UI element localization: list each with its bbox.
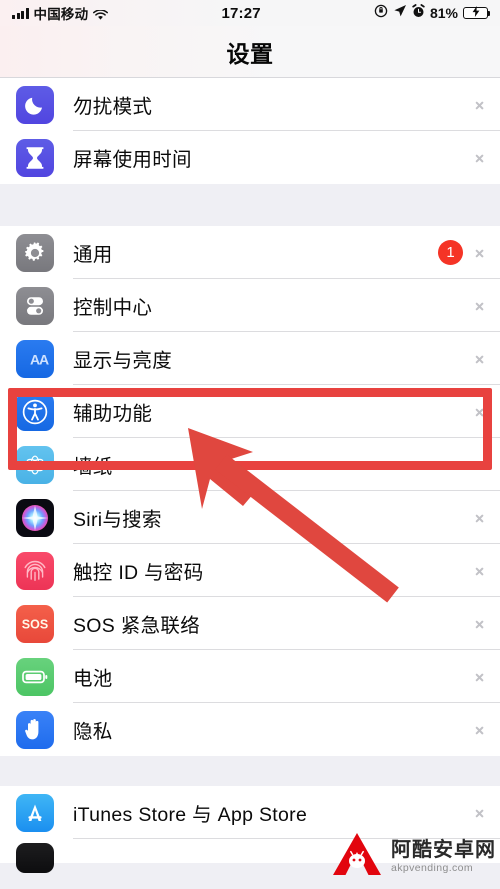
chevron-right-icon bbox=[475, 805, 484, 821]
row-accessory bbox=[475, 563, 500, 579]
watermark-url: akpvending.com bbox=[391, 861, 474, 874]
settings-row-label: iTunes Store 与 App Store bbox=[73, 804, 308, 826]
settings-row-label: 触控 ID 与密码 bbox=[73, 562, 204, 584]
row-accessory bbox=[475, 97, 500, 113]
row-accessory bbox=[475, 616, 500, 632]
navigation-bar: 设置 bbox=[0, 26, 500, 78]
alarm-clock-icon bbox=[412, 3, 425, 23]
battery-charging-icon bbox=[463, 6, 491, 19]
row-accessory bbox=[475, 722, 500, 738]
chevron-right-icon bbox=[475, 510, 484, 526]
chevron-right-icon bbox=[475, 97, 484, 113]
status-bar: 中国移动 17:27 81% bbox=[0, 0, 500, 26]
iphone-settings-screen: 中国移动 17:27 81% 设置 勿扰模式 屏幕使用时间 通用 1 控制中心 … bbox=[0, 0, 500, 889]
settings-row-label: 屏幕使用时间 bbox=[73, 149, 192, 171]
chevron-right-icon bbox=[475, 404, 484, 420]
row-accessory bbox=[475, 805, 500, 821]
settings-row-touch-id-passcode[interactable]: 触控 ID 与密码 bbox=[0, 544, 500, 597]
group-spacer bbox=[0, 184, 500, 226]
settings-row-display-brightness[interactable]: A A 显示与亮度 bbox=[0, 332, 500, 385]
row-accessory bbox=[475, 298, 500, 314]
row-accessory bbox=[475, 404, 500, 420]
settings-row-screen-time[interactable]: 屏幕使用时间 bbox=[0, 131, 500, 184]
page-title: 设置 bbox=[226, 40, 274, 67]
privacy-hand-icon bbox=[16, 710, 54, 749]
akp-a-logo bbox=[328, 830, 386, 883]
group-spacer bbox=[0, 756, 500, 786]
chevron-right-icon bbox=[475, 722, 484, 738]
accessibility-icon bbox=[16, 392, 54, 431]
settings-row-privacy[interactable]: 隐私 bbox=[0, 703, 500, 756]
settings-row-label: 控制中心 bbox=[73, 297, 153, 319]
chevron-right-icon bbox=[475, 669, 484, 685]
app-store-icon bbox=[16, 793, 54, 832]
chevron-right-icon bbox=[475, 245, 484, 261]
settings-row-battery[interactable]: 电池 bbox=[0, 650, 500, 703]
status-bar-right: 81% bbox=[374, 3, 491, 23]
display-brightness-icon: A A bbox=[16, 339, 54, 378]
wallet-icon bbox=[16, 843, 54, 873]
chevron-right-icon bbox=[475, 351, 484, 367]
row-accessory bbox=[475, 150, 500, 166]
settings-row-accessibility[interactable]: 辅助功能 bbox=[0, 385, 500, 438]
sos-icon: SOS bbox=[16, 604, 54, 643]
settings-row-label: 勿扰模式 bbox=[73, 96, 153, 118]
screen-time-icon bbox=[16, 138, 54, 177]
battery-icon bbox=[16, 657, 54, 696]
battery-percent-label: 81% bbox=[429, 5, 458, 21]
settings-group-system: 通用 1 控制中心 A A 显示与亮度 辅助功能 墙纸 Siri与搜索 触控 I… bbox=[0, 226, 500, 756]
watermark-text: 阿酷安卓网 akpvending.com bbox=[391, 840, 496, 874]
settings-row-wallpaper[interactable]: 墙纸 bbox=[0, 438, 500, 491]
wallpaper-icon bbox=[16, 445, 54, 484]
settings-row-label: Siri与搜索 bbox=[73, 509, 162, 531]
settings-row-label: 通用 bbox=[73, 244, 113, 266]
watermark: 阿酷安卓网 akpvending.com bbox=[328, 830, 496, 883]
signal-bars-icon bbox=[12, 7, 29, 19]
settings-row-label: 墙纸 bbox=[73, 456, 113, 478]
settings-group-focus: 勿扰模式 屏幕使用时间 bbox=[0, 78, 500, 184]
wifi-icon bbox=[93, 8, 109, 20]
row-accessory bbox=[475, 510, 500, 526]
settings-row-label: SOS 紧急联络 bbox=[73, 615, 200, 637]
settings-row-label: 隐私 bbox=[73, 721, 113, 743]
location-arrow-icon bbox=[393, 4, 407, 23]
svg-text:SOS: SOS bbox=[22, 617, 48, 631]
clock-label: 17:27 bbox=[221, 4, 261, 22]
row-accessory: 1 bbox=[438, 240, 500, 265]
row-accessory bbox=[475, 457, 500, 473]
settings-row-general[interactable]: 通用 1 bbox=[0, 226, 500, 279]
settings-row-label: 辅助功能 bbox=[73, 403, 153, 425]
status-badge: 1 bbox=[438, 240, 463, 265]
row-accessory bbox=[475, 669, 500, 685]
carrier-label: 中国移动 bbox=[33, 7, 89, 22]
control-center-icon bbox=[16, 286, 54, 325]
watermark-site-name: 阿酷安卓网 bbox=[391, 838, 496, 861]
general-gear-icon bbox=[16, 233, 54, 272]
status-bar-left: 中国移动 bbox=[12, 3, 109, 23]
settings-row-control-center[interactable]: 控制中心 bbox=[0, 279, 500, 332]
row-accessory bbox=[475, 351, 500, 367]
do-not-disturb-icon bbox=[16, 85, 54, 124]
settings-row-sos[interactable]: SOS SOS 紧急联络 bbox=[0, 597, 500, 650]
settings-row-label: 电池 bbox=[73, 668, 113, 690]
settings-row-siri-search[interactable]: Siri与搜索 bbox=[0, 491, 500, 544]
settings-scroll-view[interactable]: 勿扰模式 屏幕使用时间 通用 1 控制中心 A A 显示与亮度 辅助功能 墙纸 … bbox=[0, 78, 500, 889]
settings-row-label: 显示与亮度 bbox=[73, 350, 173, 372]
chevron-right-icon bbox=[475, 457, 484, 473]
siri-icon bbox=[16, 498, 54, 537]
chevron-right-icon bbox=[475, 616, 484, 632]
chevron-right-icon bbox=[475, 150, 484, 166]
settings-row-do-not-disturb[interactable]: 勿扰模式 bbox=[0, 78, 500, 131]
touch-id-icon bbox=[16, 551, 54, 590]
location-lock-icon bbox=[374, 4, 388, 23]
chevron-right-icon bbox=[475, 563, 484, 579]
svg-text:A: A bbox=[39, 351, 49, 367]
chevron-right-icon bbox=[475, 298, 484, 314]
